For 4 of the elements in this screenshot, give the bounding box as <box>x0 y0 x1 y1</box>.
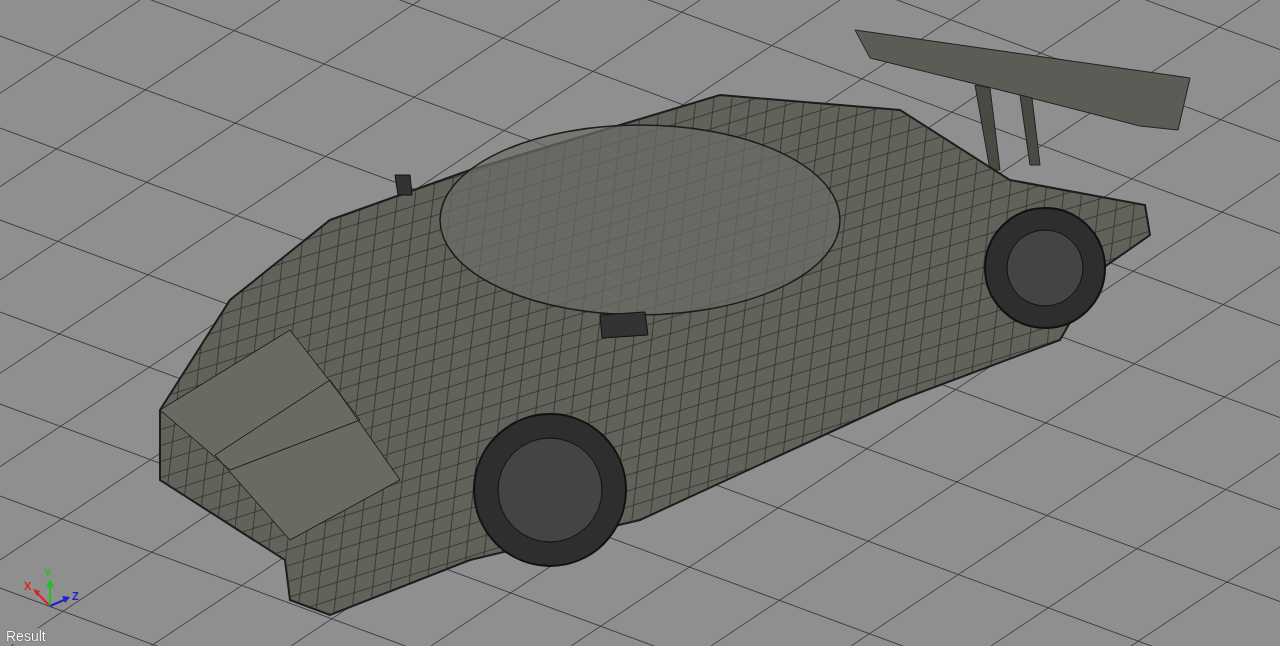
axis-label: Y <box>44 568 52 579</box>
axis-label: X <box>24 580 32 592</box>
viewport-label: Result <box>4 628 48 644</box>
axis-label: Z <box>72 590 79 602</box>
